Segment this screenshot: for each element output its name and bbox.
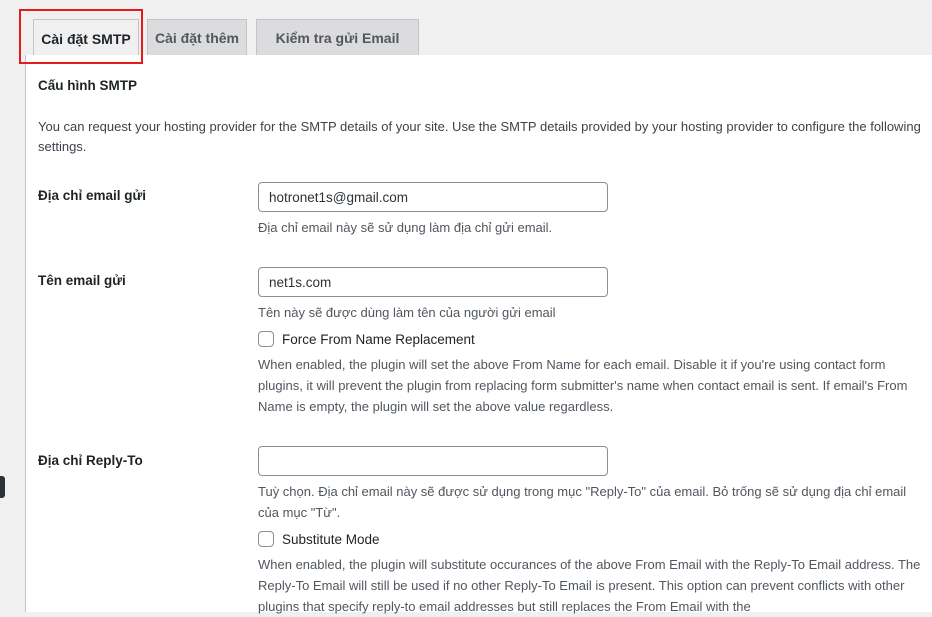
- force-from-name-label: Force From Name Replacement: [282, 331, 475, 347]
- substitute-mode-checkbox[interactable]: [258, 531, 274, 547]
- substitute-mode-description: When enabled, the plugin will substitute…: [258, 557, 921, 614]
- force-from-name-description: When enabled, the plugin will set the ab…: [258, 357, 908, 414]
- from-name-label: Tên email gửi: [38, 273, 126, 288]
- from-email-label: Địa chỉ email gửi: [38, 188, 147, 203]
- substitute-mode-label: Substitute Mode: [282, 531, 380, 547]
- left-edge-handle: [0, 476, 5, 498]
- section-intro: You can request your hosting provider fo…: [38, 119, 921, 154]
- from-email-input[interactable]: [258, 182, 608, 212]
- substitute-mode-option[interactable]: Substitute Mode: [258, 531, 380, 547]
- from-email-description: Địa chỉ email này sẽ sử dụng làm địa chỉ…: [258, 220, 553, 235]
- highlight-annotation-box: [19, 9, 143, 64]
- from-name-description: Tên này sẽ được dùng làm tên của người g…: [258, 305, 556, 320]
- force-from-name-option[interactable]: Force From Name Replacement: [258, 331, 475, 347]
- reply-to-input[interactable]: [258, 446, 608, 476]
- tab-additional-settings[interactable]: Cài đặt thêm: [147, 19, 247, 55]
- force-from-name-checkbox[interactable]: [258, 331, 274, 347]
- tab-bar: Cài đặt SMTP Cài đặt thêm Kiểm tra gửi E…: [25, 18, 932, 57]
- reply-to-label: Địa chỉ Reply-To: [38, 453, 143, 468]
- left-edge: [0, 0, 10, 612]
- from-name-input[interactable]: [258, 267, 608, 297]
- section-title: Cấu hình SMTP: [38, 78, 137, 93]
- reply-to-description: Tuỳ chọn. Địa chỉ email này sẽ được sử d…: [258, 484, 907, 520]
- tab-test-email[interactable]: Kiểm tra gửi Email: [256, 19, 419, 55]
